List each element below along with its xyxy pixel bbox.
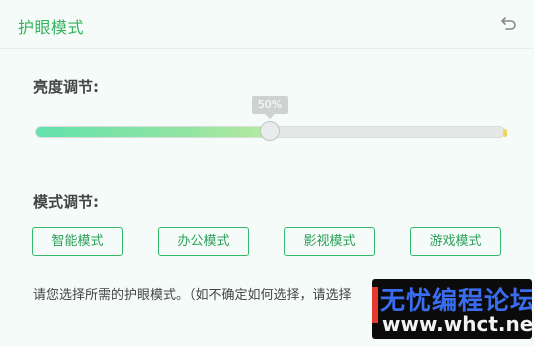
game-mode-button[interactable]: 游戏模式 [410,227,501,256]
site-watermark: 无忧编程论坛 www.whct.net [372,279,532,339]
window-header: 护眼模式 [0,0,534,49]
mode-button-group: 智能模式 办公模式 影视模式 游戏模式 [32,227,502,257]
slider-fill [36,127,270,137]
brightness-label: 亮度调节: [33,78,99,96]
window-title: 护眼模式 [18,18,85,37]
watermark-url: www.whct.net [382,312,532,336]
slider-value-tooltip: 50% [252,96,288,119]
watermark-accent [372,287,378,323]
slider-end-marker [503,129,507,137]
brightness-slider[interactable]: 50% [35,96,507,141]
slider-thumb[interactable] [260,121,280,141]
smart-mode-button[interactable]: 智能模式 [32,227,123,256]
eye-protection-window: 护眼模式 亮度调节: 50% 模式调节: 智能模式 办公模式 影视模式 游戏模式… [0,0,534,346]
mode-label: 模式调节: [33,193,99,211]
movie-mode-button[interactable]: 影视模式 [284,227,375,256]
mode-hint-text: 请您选择所需的护眼模式。（如不确定如何选择，请选择 [33,288,352,303]
undo-icon[interactable] [500,14,518,32]
office-mode-button[interactable]: 办公模式 [158,227,249,256]
